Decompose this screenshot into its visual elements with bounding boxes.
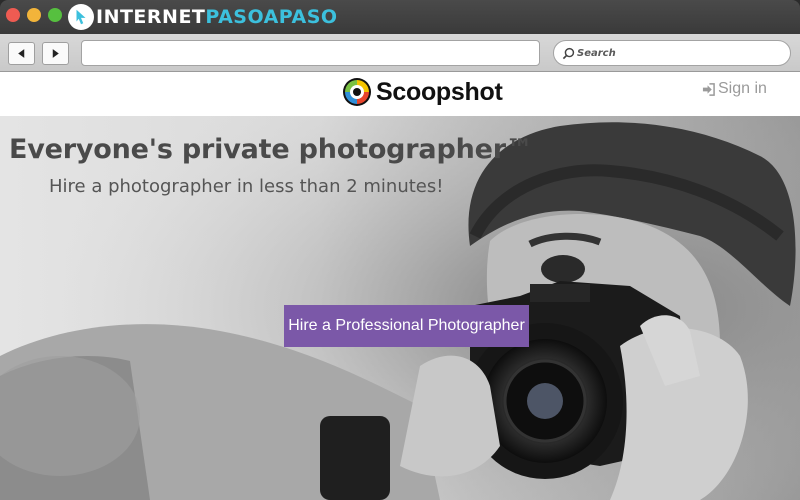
hero-headline: Everyone's private photographer™ <box>9 134 533 165</box>
maximize-window-button[interactable] <box>48 8 62 22</box>
sign-in-icon <box>702 82 715 96</box>
cursor-icon <box>68 4 94 30</box>
back-button[interactable] <box>8 42 35 65</box>
arrow-left-icon <box>18 49 25 58</box>
site-logo-text: Scoopshot <box>376 77 503 106</box>
forward-button[interactable] <box>42 42 69 65</box>
search-icon <box>562 47 575 59</box>
close-window-button[interactable] <box>6 8 20 22</box>
address-bar[interactable] <box>81 40 540 66</box>
hero-subheadline: Hire a photographer in less than 2 minut… <box>49 176 444 197</box>
browser-titlebar: INTERNETPASOAPASO <box>0 0 800 34</box>
brand-text: INTERNETPASOAPASO <box>96 6 338 28</box>
watermark-brand: INTERNETPASOAPASO <box>68 4 338 30</box>
hire-photographer-button[interactable]: Hire a Professional Photographer <box>284 305 529 347</box>
hero-section: Everyone's private photographer™ Hire a … <box>0 116 800 500</box>
sign-in-link[interactable]: Sign in <box>702 80 767 98</box>
site-logo[interactable]: Scoopshot <box>342 75 503 109</box>
minimize-window-button[interactable] <box>27 8 41 22</box>
scoopshot-logo-icon <box>343 78 371 106</box>
search-input[interactable]: Search <box>553 40 791 66</box>
browser-navbar: Search <box>0 34 800 72</box>
site-header: Scoopshot Sign in <box>0 72 800 116</box>
sign-in-label: Sign in <box>718 80 767 97</box>
search-placeholder: Search <box>577 47 616 59</box>
arrow-right-icon <box>52 49 59 58</box>
